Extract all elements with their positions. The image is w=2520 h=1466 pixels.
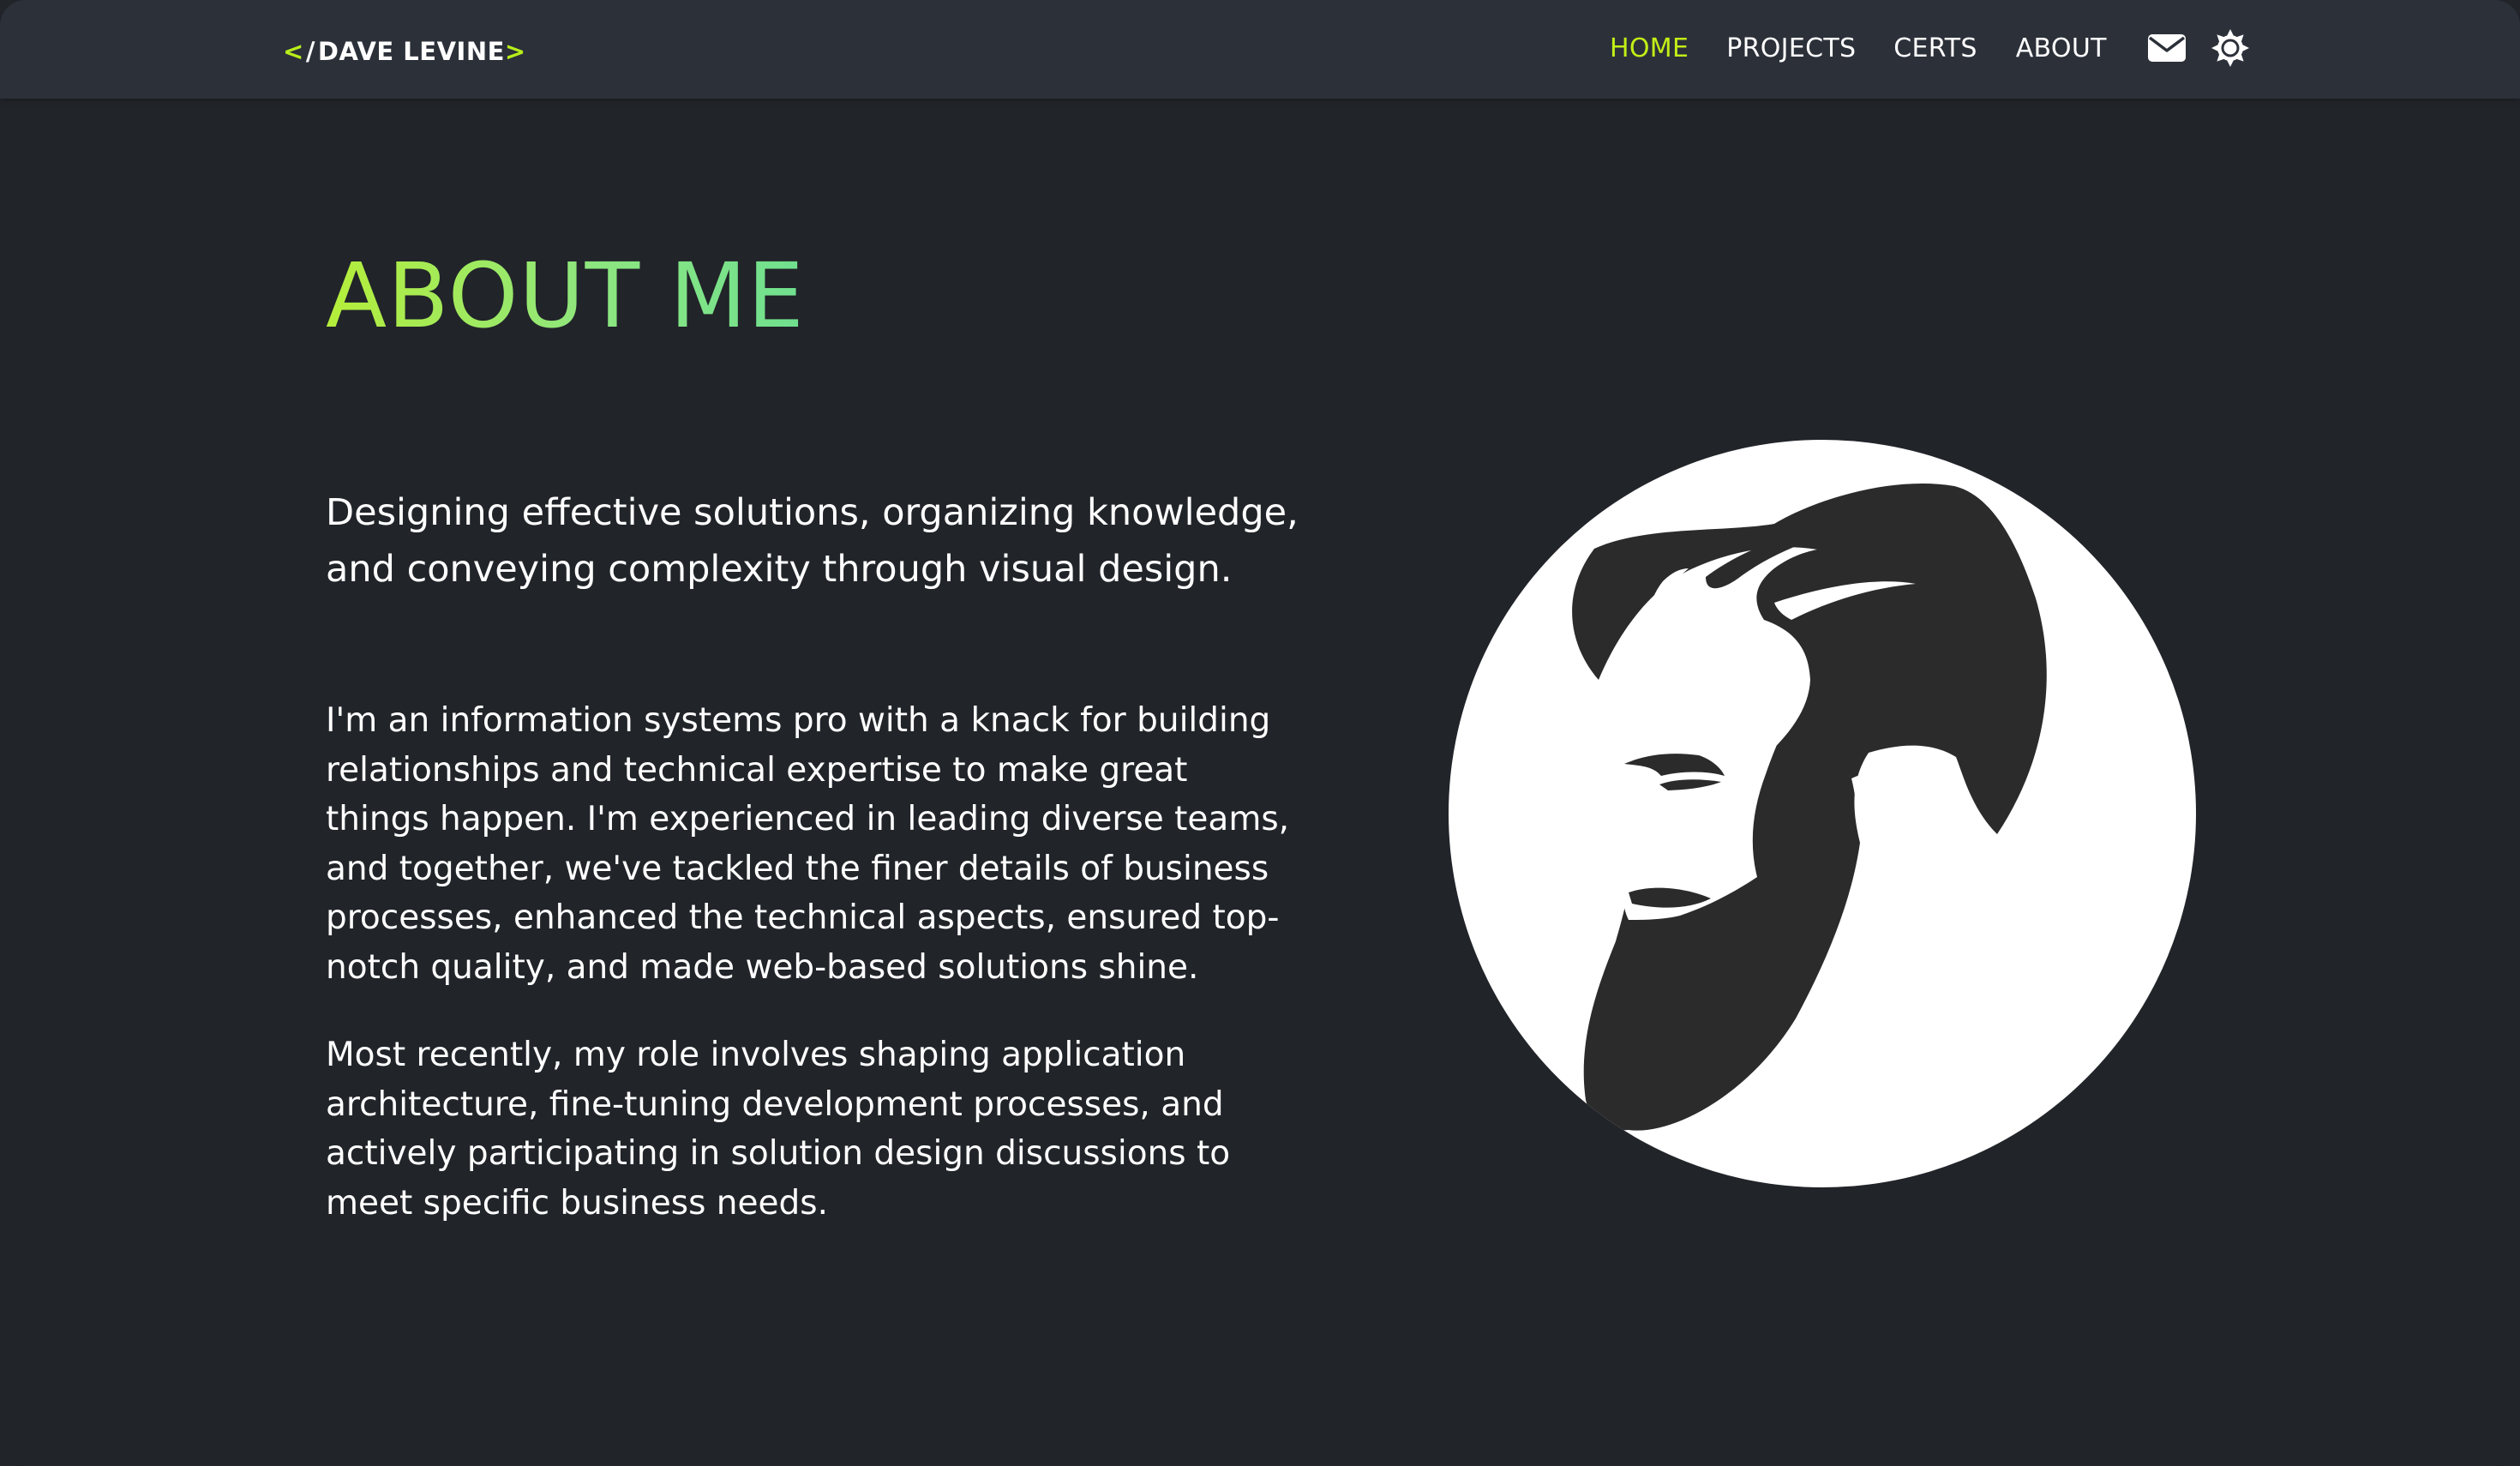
top-navbar: < / DAVE LEVINE > HOME PROJECTS CERTS ABOUT [0, 0, 2520, 99]
bio-paragraph-2: Most recently, my role involves shaping … [326, 1036, 1231, 1223]
theme-toggle-button[interactable] [2210, 27, 2251, 69]
brand-close-bracket: > [504, 37, 526, 66]
sun-gear-icon [2211, 29, 2249, 67]
brand-logo[interactable]: < / DAVE LEVINE > [283, 33, 526, 70]
brand-name: DAVE LEVINE [317, 37, 505, 66]
mail-icon [2147, 34, 2186, 62]
brand-slash: / [305, 37, 315, 66]
nav-about-link[interactable]: ABOUT [2016, 33, 2107, 63]
bio-paragraph-1: I'm an information systems pro with a kn… [326, 701, 1290, 987]
main-nav: HOME PROJECTS CERTS ABOUT [1610, 29, 2251, 67]
nav-home-link[interactable]: HOME [1610, 33, 1689, 63]
brand-open-bracket: < [283, 37, 304, 66]
bearded-man-silhouette-logo [1572, 484, 2047, 1131]
mail-button[interactable] [2146, 27, 2187, 69]
page-window: < / DAVE LEVINE > HOME PROJECTS CERTS ABOUT [0, 0, 2520, 1466]
tagline: Designing effective solutions, organizin… [326, 491, 1299, 591]
nav-projects-link[interactable]: PROJECTS [1726, 33, 1856, 63]
avatar [1449, 440, 2196, 1187]
nav-certs-link[interactable]: CERTS [1893, 33, 1977, 63]
page-title: ABOUT ME [326, 243, 805, 348]
